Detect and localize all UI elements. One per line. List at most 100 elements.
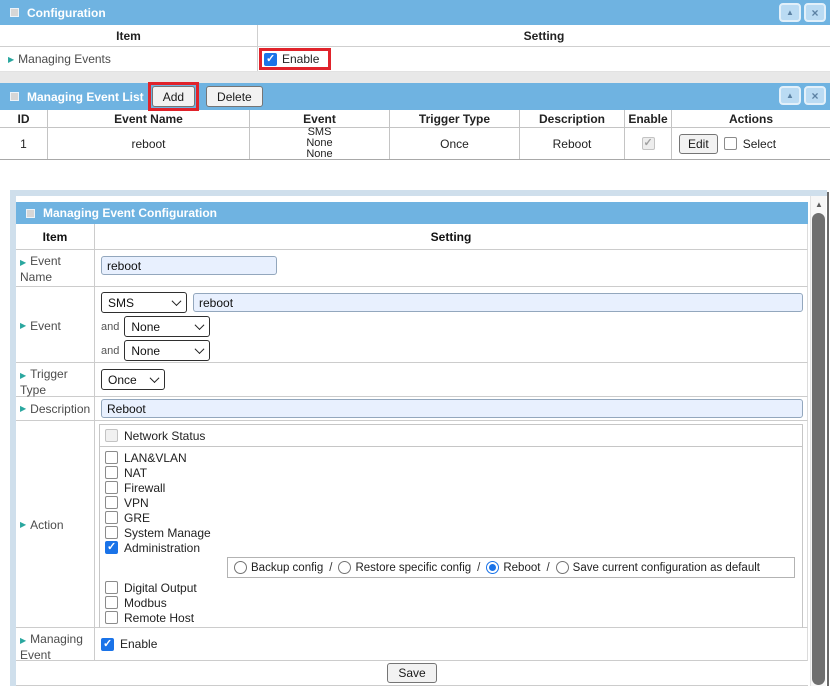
restore-config-radio-item[interactable]: Restore specific config (338, 561, 471, 574)
administration-radio-group: Backup config / Restore specific config … (227, 557, 795, 578)
event-name-row: ▶Event Name reboot (16, 250, 808, 287)
enable-label: Enable (282, 52, 319, 66)
system-manage-checkbox[interactable] (105, 526, 118, 539)
managing-event-label: Managing Event (20, 632, 83, 662)
managing-events-label: Managing Events (18, 52, 111, 66)
collapse-icon[interactable]: ▲ (779, 3, 801, 22)
column-description: Description (520, 110, 625, 127)
scrollbar-thumb[interactable] (812, 213, 825, 685)
select-label: Select (743, 137, 776, 151)
reboot-radio-item[interactable]: Reboot (486, 561, 540, 574)
save-button[interactable]: Save (387, 663, 436, 683)
row-arrow-icon: ▶ (20, 319, 26, 333)
add-button[interactable]: Add (152, 86, 195, 107)
save-default-radio[interactable] (556, 561, 569, 574)
gre-checkbox[interactable] (105, 511, 118, 524)
and-label: and (101, 345, 119, 357)
scrollbar[interactable]: ▲ (810, 196, 826, 686)
network-status-label: Network Status (124, 429, 205, 443)
row-id: 1 (0, 128, 48, 159)
event-list-header: Managing Event List Add Delete ▲ × (0, 83, 830, 110)
panel-square-icon (10, 92, 19, 101)
managing-events-enable-checkbox[interactable] (264, 53, 277, 66)
configuration-header: Configuration ▲ × (0, 0, 830, 25)
add-highlight: Add (148, 82, 199, 111)
description-input[interactable]: Reboot (101, 399, 803, 418)
column-item: Item (0, 25, 258, 46)
radio-separator: / (544, 562, 551, 574)
trigger-type-row: ▶Trigger Type Once (16, 363, 808, 397)
digital-output-checkbox[interactable] (105, 581, 118, 594)
trigger-type-select[interactable]: Once (101, 369, 165, 390)
managing-events-row: ▶ Managing Events Enable (0, 47, 830, 72)
window-edge (827, 192, 829, 686)
action-row: ▶Action Network Status LAN&VLAN NAT Fire… (16, 421, 808, 628)
screen: Configuration ▲ × Item Setting ▶ Managin… (0, 0, 830, 686)
remote-host-label: Remote Host (124, 611, 194, 625)
modbus-checkbox[interactable] (105, 596, 118, 609)
column-setting: Setting (258, 25, 830, 46)
column-item: Item (16, 224, 95, 249)
administration-checkbox[interactable] (105, 541, 118, 554)
select-checkbox[interactable] (724, 137, 737, 150)
section-divider (0, 72, 830, 83)
managing-event-enable-checkbox[interactable] (101, 638, 114, 651)
configuration-title: Configuration (27, 6, 106, 20)
restore-config-radio[interactable] (338, 561, 351, 574)
lan-vlan-label: LAN&VLAN (124, 451, 187, 465)
description-row: ▶ Description Reboot (16, 397, 808, 421)
nat-checkbox[interactable] (105, 466, 118, 479)
row-actions: Edit Select (672, 128, 830, 159)
event-configuration-title: Managing Event Configuration (43, 206, 217, 220)
event-name-label: Event Name (20, 254, 61, 284)
backup-config-radio-item[interactable]: Backup config (234, 561, 323, 574)
gre-label: GRE (124, 511, 150, 525)
panel-square-icon (10, 8, 19, 17)
chevron-down-icon (172, 296, 182, 306)
reboot-radio[interactable] (486, 561, 499, 574)
lan-vlan-checkbox[interactable] (105, 451, 118, 464)
row-event-name: reboot (48, 128, 250, 159)
network-status-checkbox (105, 429, 118, 442)
row-arrow-icon: ▶ (20, 402, 26, 416)
delete-button[interactable]: Delete (206, 86, 263, 107)
close-icon[interactable]: × (804, 3, 826, 22)
event-name-input[interactable]: reboot (101, 256, 277, 275)
event-value-input[interactable]: reboot (193, 293, 803, 312)
administration-label: Administration (124, 541, 200, 555)
event-source-select[interactable]: SMS (101, 292, 187, 313)
firewall-label: Firewall (124, 481, 165, 495)
remote-host-checkbox[interactable] (105, 611, 118, 624)
event-and-select-1[interactable]: None (124, 316, 210, 337)
enable-highlight: Enable (259, 48, 331, 70)
event-condition-3: None (306, 149, 332, 160)
radio-separator: / (475, 562, 482, 574)
action-options-group: LAN&VLAN NAT Firewall VPN GRE System Man… (99, 446, 803, 629)
close-icon[interactable]: × (804, 86, 826, 105)
column-actions: Actions (672, 110, 830, 127)
scroll-up-icon[interactable]: ▲ (811, 196, 827, 212)
row-arrow-icon: ▶ (20, 518, 26, 532)
row-arrow-icon: ▶ (20, 258, 26, 267)
edit-button[interactable]: Edit (679, 134, 718, 154)
radio-separator: / (327, 562, 334, 574)
modbus-label: Modbus (124, 596, 167, 610)
collapse-icon[interactable]: ▲ (779, 86, 801, 105)
vpn-checkbox[interactable] (105, 496, 118, 509)
and-label: and (101, 321, 119, 333)
event-and-select-2[interactable]: None (124, 340, 210, 361)
chevron-down-icon (150, 373, 160, 383)
firewall-checkbox[interactable] (105, 481, 118, 494)
vpn-label: VPN (124, 496, 149, 510)
column-trigger-type: Trigger Type (390, 110, 520, 127)
row-enable-checkbox (642, 137, 655, 150)
column-event: Event (250, 110, 390, 127)
system-manage-label: System Manage (124, 526, 211, 540)
row-arrow-icon: ▶ (8, 55, 14, 64)
event-configuration-panel: Managing Event Configuration Item Settin… (16, 196, 810, 686)
backup-config-radio[interactable] (234, 561, 247, 574)
description-label: Description (30, 402, 90, 416)
chevron-down-icon (195, 320, 205, 330)
save-default-radio-item[interactable]: Save current configuration as default (556, 561, 760, 574)
column-enable: Enable (625, 110, 672, 127)
